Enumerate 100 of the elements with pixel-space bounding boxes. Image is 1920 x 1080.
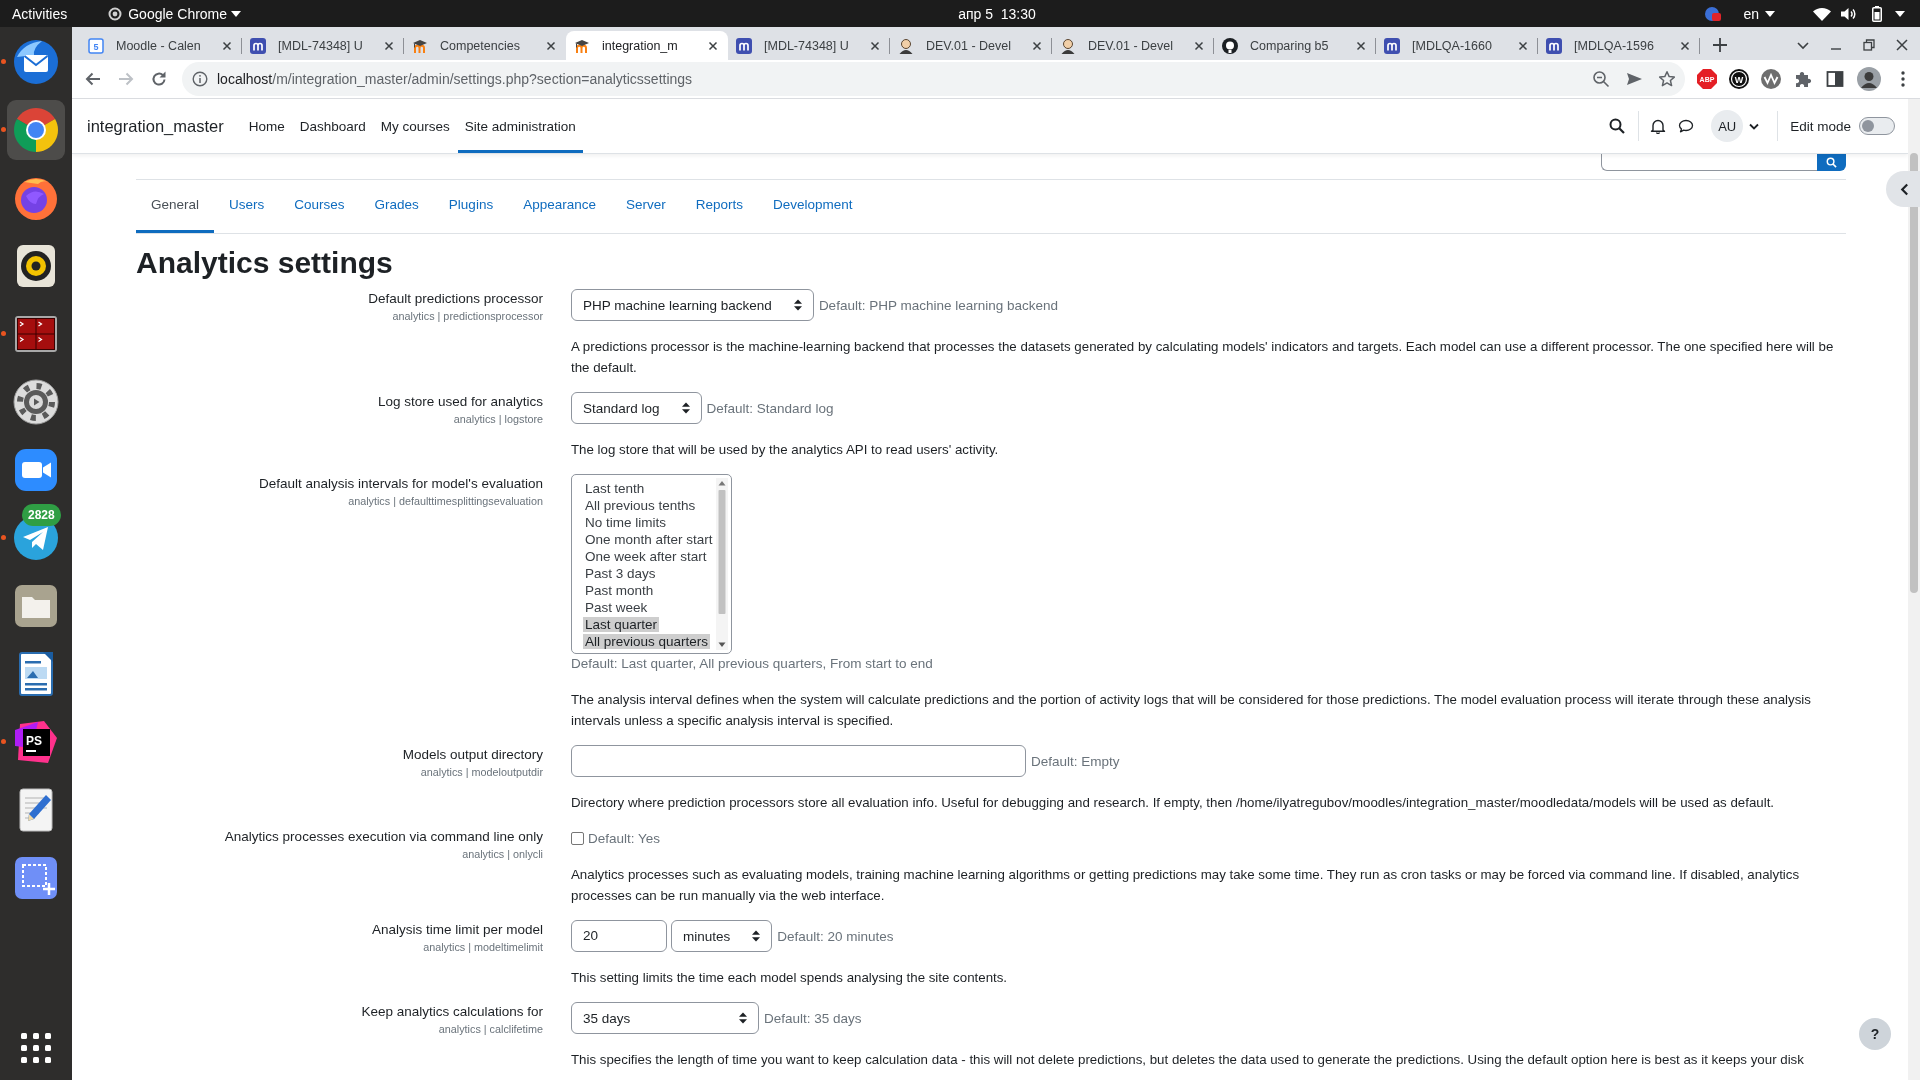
tab[interactable]: Appearance: [508, 180, 611, 233]
apps-grid-icon[interactable]: [21, 1033, 51, 1063]
app-menu[interactable]: Google Chrome: [108, 5, 242, 22]
tab[interactable]: Users: [214, 180, 280, 233]
chat-icon[interactable]: [1678, 118, 1695, 134]
list-option[interactable]: One month after start: [583, 532, 715, 547]
puzzle-icon[interactable]: [1793, 69, 1813, 89]
browser-tab[interactable]: integration_m: [566, 31, 728, 60]
search-button[interactable]: [1817, 154, 1846, 171]
ring-icon: [108, 6, 123, 21]
graduation-cap-icon: [412, 37, 428, 54]
tab[interactable]: Plugins: [433, 180, 509, 233]
tab[interactable]: Server: [610, 180, 681, 233]
chevron-left-icon: [1899, 182, 1909, 196]
volume-icon[interactable]: [1841, 6, 1857, 21]
list-option[interactable]: Past week: [583, 600, 650, 615]
browser-tab[interactable]: 5 Moodle - Calen: [80, 31, 242, 60]
text-field[interactable]: [571, 745, 1026, 777]
wifi-icon[interactable]: [1813, 6, 1831, 21]
dock-app-button[interactable]: [7, 100, 65, 160]
close-icon[interactable]: [1894, 37, 1910, 53]
dock-app-button[interactable]: PS: [7, 712, 65, 772]
scrollbar[interactable]: [1908, 99, 1920, 1080]
address-bar[interactable]: localhost/m/integration_master/admin/settings.php?section=analyticssettings: [182, 62, 1685, 96]
list-option[interactable]: Past 3 days: [583, 566, 658, 581]
new-tab-icon[interactable]: [1710, 35, 1730, 55]
setting-label: Analytics processes execution via command line only: [223, 828, 543, 846]
tab[interactable]: Courses: [279, 180, 360, 233]
star-icon[interactable]: [1658, 70, 1676, 88]
setting-description: A predictions processor is the machine-learning backend that processes the datasets generated by calculating models' indicators and targets. Each model can use a different processor. The one specified here will be the default.: [571, 338, 1835, 377]
list-option[interactable]: Last tenth: [583, 481, 647, 496]
toggle-switch[interactable]: [1859, 117, 1895, 135]
bell-icon[interactable]: [1650, 118, 1667, 134]
setting-name: analytics | predictionsprocessor: [391, 309, 543, 323]
list-option[interactable]: No time limits: [583, 515, 668, 530]
caret-down-icon[interactable]: [1749, 122, 1760, 130]
reload-icon[interactable]: [149, 69, 169, 89]
setting-label: Log store used for analytics: [376, 393, 543, 411]
number-field[interactable]: 20: [571, 920, 667, 952]
clock-text[interactable]: апр 5 13:30: [958, 5, 1036, 22]
tab[interactable]: Development: [758, 180, 868, 233]
setting-description: Directory where prediction processors store all evaluation info. Useful for debugging and research. If empty, then /home/ilyatregubov/moodles/integration_master/moodledata/models will be used as default.: [571, 794, 1776, 812]
list-option[interactable]: All previous quarters: [583, 634, 711, 649]
search-icon[interactable]: [1609, 118, 1626, 134]
tab[interactable]: General: [136, 180, 215, 233]
setting-label: Models output directory: [401, 746, 543, 764]
zoom-out-icon[interactable]: [1592, 70, 1610, 88]
dropdown[interactable]: PHP machine learning backend: [571, 289, 814, 321]
browser-tab[interactable]: [MDL-74348] U: [242, 31, 404, 60]
list-option[interactable]: One week after start: [583, 549, 709, 564]
tab[interactable]: Grades: [359, 180, 434, 233]
browser-tab[interactable]: [MDLQA-1596: [1538, 31, 1700, 60]
caret-down-icon[interactable]: [1895, 10, 1905, 17]
nav-link[interactable]: Home: [241, 99, 292, 153]
battery-icon[interactable]: [1872, 5, 1882, 22]
setting-name: analytics | defaulttimesplittingsevaluation: [347, 494, 543, 508]
send-icon[interactable]: [1625, 70, 1643, 88]
dropdown[interactable]: minutes: [671, 920, 773, 952]
dropdown[interactable]: 35 days: [571, 1002, 759, 1034]
list-option[interactable]: All previous tenths: [583, 498, 698, 513]
language-menu[interactable]: en: [1743, 5, 1775, 22]
list-option[interactable]: Last quarter: [583, 617, 660, 632]
browser-tab[interactable]: Competencies: [404, 31, 566, 60]
listbox[interactable]: Last tenth All previous tenths No time limits One month after start One week after start Past 3 days Past month Past week Last quarter All previous quarters: [571, 474, 732, 654]
browser-tab[interactable]: DEV.01 - Devel: [890, 31, 1052, 60]
default-value-text: Default: Last quarter, All previous quarters, From start to end: [571, 655, 934, 673]
search-field[interactable]: [1601, 154, 1817, 171]
updown-caret-icon: [739, 1012, 747, 1024]
updown-caret-icon: [752, 930, 761, 942]
user-avatar[interactable]: AU: [1711, 110, 1744, 142]
dropdown[interactable]: Standard log: [571, 392, 702, 424]
square-logo-icon: [1384, 37, 1400, 54]
side-panel-icon[interactable]: [1825, 69, 1845, 89]
letter-circle-icon[interactable]: W: [1729, 69, 1749, 89]
setting-name: analytics | onlycli: [461, 847, 543, 861]
browser-tab[interactable]: [MDLQA-1660: [1376, 31, 1538, 60]
scrollbar[interactable]: [716, 478, 728, 650]
browser-tab[interactable]: Comparing b5: [1214, 31, 1376, 60]
setting-label: Default predictions processor: [367, 290, 543, 308]
person-icon: [898, 37, 914, 54]
info-icon[interactable]: [192, 71, 208, 87]
nav-link[interactable]: Dashboard: [292, 99, 373, 153]
list-option[interactable]: Past month: [583, 583, 656, 598]
envelope-icon: [12, 38, 60, 86]
nav-link[interactable]: Site administration: [457, 99, 583, 153]
setting-name: analytics | modeloutputdir: [419, 765, 543, 779]
tab[interactable]: Reports: [680, 180, 758, 233]
site-name-link[interactable]: integration_master: [87, 99, 224, 153]
browser-tab[interactable]: [MDL-74348] U: [728, 31, 890, 60]
checkbox[interactable]: [571, 831, 584, 845]
restore-icon[interactable]: [1861, 37, 1877, 53]
nav-link[interactable]: My courses: [373, 99, 457, 153]
wave-circle-icon[interactable]: [1761, 69, 1781, 89]
help-button[interactable]: ?: [1859, 1018, 1891, 1050]
browser-tab[interactable]: DEV.01 - Devel: [1052, 31, 1214, 60]
drawer-toggle-button[interactable]: [1886, 171, 1920, 207]
activities-button[interactable]: Activities: [12, 5, 68, 22]
avatar-icon[interactable]: [1857, 67, 1881, 91]
app-indicator-icon[interactable]: [1705, 5, 1722, 22]
setting-label: Default analysis intervals for model's evaluation: [258, 475, 543, 493]
